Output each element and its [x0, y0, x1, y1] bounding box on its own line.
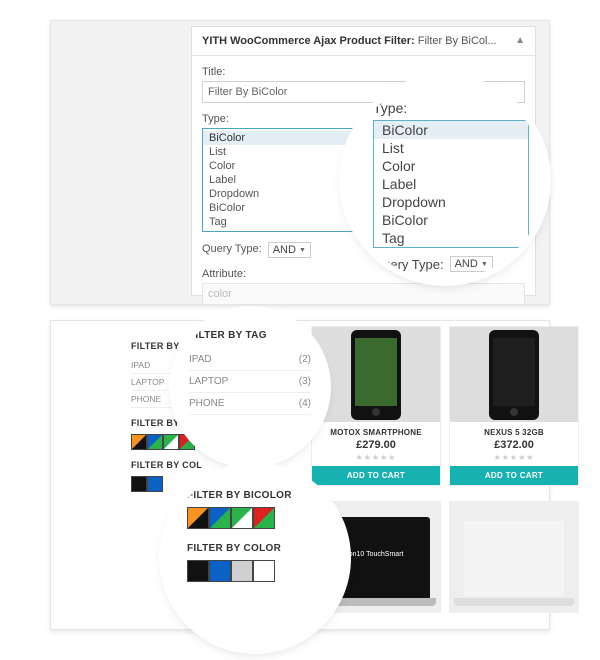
- product-card[interactable]: ♡: [449, 501, 579, 613]
- color-swatch[interactable]: [131, 476, 147, 492]
- product-name: MOTOX SMARTPHONE: [312, 428, 440, 437]
- product-image: [450, 502, 578, 612]
- star-rating-icon: ★★★★★: [312, 453, 440, 462]
- zoom-filter-tag: FILTER BY TAG IPAD(2) LAPTOP(3) PHONE(4): [175, 312, 325, 462]
- zoom-tag-item[interactable]: LAPTOP(3): [189, 371, 311, 393]
- zoom-type-option[interactable]: Color: [374, 157, 528, 175]
- widget-title-bold: YITH WooCommerce Ajax Product Filter:: [202, 35, 415, 47]
- zoom-type-option[interactable]: BiColor: [374, 121, 528, 139]
- attribute-input[interactable]: [202, 283, 525, 305]
- bicolor-swatch[interactable]: [147, 434, 163, 450]
- zoom-bicolor-heading: FILTER BY BICOLOR: [187, 490, 331, 501]
- bicolor-swatch[interactable]: [253, 507, 275, 529]
- color-swatch[interactable]: [147, 476, 163, 492]
- color-swatch[interactable]: [231, 560, 253, 582]
- collapse-caret-icon[interactable]: ▲: [515, 35, 525, 46]
- product-card[interactable]: MOTOX SMARTPHONE £279.00 ★★★★★ ADD TO CA…: [311, 326, 441, 486]
- title-label: Title:: [202, 66, 525, 78]
- product-price: £372.00: [450, 439, 578, 451]
- zoom-type-option[interactable]: List: [374, 139, 528, 157]
- widget-title-suffix: Filter By BiCol...: [418, 35, 497, 47]
- bicolor-swatch[interactable]: [163, 434, 179, 450]
- zoom-color-heading: FILTER BY COLOR: [187, 543, 331, 554]
- zoom-tag-item[interactable]: IPAD(2): [189, 349, 311, 371]
- bicolor-swatch[interactable]: [131, 434, 147, 450]
- star-rating-icon: ★★★★★: [450, 453, 578, 462]
- zoom-tag-item[interactable]: PHONE(4): [189, 393, 311, 415]
- filter-color-heading: FILTER BY COL: [131, 460, 241, 470]
- zoom-type-option[interactable]: Tag: [374, 229, 528, 247]
- add-to-cart-button[interactable]: ADD TO CART: [450, 466, 578, 485]
- product-image: [450, 327, 578, 422]
- bicolor-swatch[interactable]: [209, 507, 231, 529]
- zoom-type-option[interactable]: Label: [374, 175, 528, 193]
- product-name: NEXUS 5 32GB: [450, 428, 578, 437]
- query-type-label: Query Type:: [202, 243, 262, 255]
- zoom-type-listbox[interactable]: BiColor List Color Label Dropdown BiColo…: [373, 120, 529, 248]
- zoom-bicolor-swatches: [187, 507, 331, 529]
- zoom-type-option[interactable]: Dropdown: [374, 193, 528, 211]
- add-to-cart-button[interactable]: ADD TO CART: [312, 466, 440, 485]
- zoom-tag-heading: FILTER BY TAG: [189, 330, 311, 341]
- color-swatch[interactable]: [209, 560, 231, 582]
- zoom-type-option[interactable]: BiColor: [374, 211, 528, 229]
- product-grid: MOTOX SMARTPHONE £279.00 ★★★★★ ADD TO CA…: [311, 326, 600, 486]
- bicolor-swatch[interactable]: [187, 507, 209, 529]
- zoom-type-list: Type: BiColor List Color Label Dropdown …: [345, 80, 545, 280]
- product-grid: ♡ SALE hp Pavilion10 TouchSmart ♡: [311, 501, 600, 613]
- product-image: [312, 327, 440, 422]
- bicolor-swatch[interactable]: [231, 507, 253, 529]
- color-swatch[interactable]: [253, 560, 275, 582]
- product-card[interactable]: NEXUS 5 32GB £372.00 ★★★★★ ADD TO CART: [449, 326, 579, 486]
- zoom-query-select[interactable]: AND: [450, 256, 493, 272]
- zoom-color-swatches: [187, 560, 331, 582]
- color-swatch[interactable]: [187, 560, 209, 582]
- widget-header[interactable]: YITH WooCommerce Ajax Product Filter: Fi…: [192, 27, 535, 56]
- zoom-filter-swatches: FILTER BY BICOLOR FILTER BY COLOR: [165, 468, 345, 648]
- zoom-type-label: Type:: [373, 100, 529, 116]
- product-price: £279.00: [312, 439, 440, 451]
- query-type-select[interactable]: AND: [268, 242, 311, 258]
